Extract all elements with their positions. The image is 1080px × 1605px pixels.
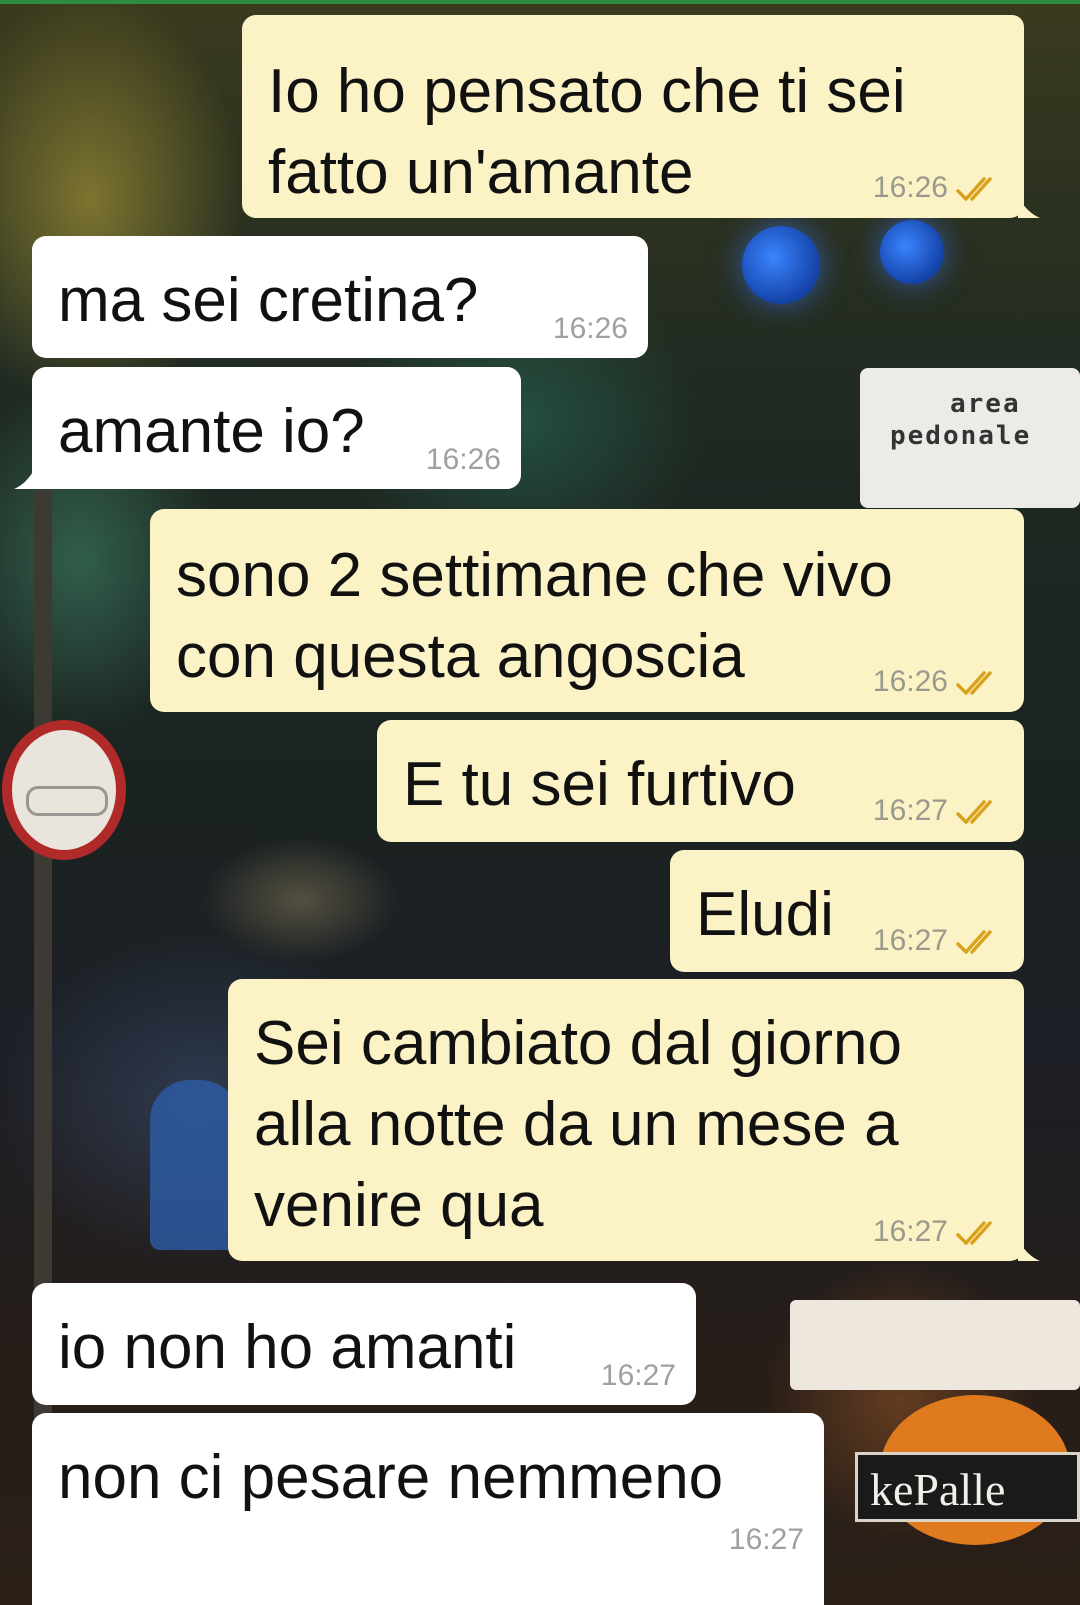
- pedestrian-area-sign: area pedonale: [860, 368, 1080, 508]
- message-meta: 16:26: [873, 171, 1002, 205]
- sign-line: pedonale: [890, 421, 1032, 451]
- message-time: 16:26: [552, 312, 628, 345]
- message-text: Io ho pensato che ti sei fatto un'amante: [268, 57, 906, 207]
- outgoing-message[interactable]: sono 2 settimane che vivo con questa ang…: [150, 509, 1024, 712]
- message-time: 16:27: [600, 1359, 676, 1392]
- message-text: non ci pesare nemmeno: [58, 1443, 724, 1512]
- shop-brand-sign: kePalle: [855, 1452, 1080, 1522]
- message-text: ma sei cretina?: [58, 266, 479, 335]
- incoming-message[interactable]: non ci pesare nemmeno 16:27: [32, 1413, 824, 1605]
- outgoing-message[interactable]: E tu sei furtivo 16:27: [377, 720, 1024, 842]
- message-text: Sei cambiato dal giorno alla notte da un…: [254, 1009, 902, 1240]
- message-time: 16:27: [872, 794, 948, 827]
- message-text: E tu sei furtivo: [403, 750, 796, 819]
- message-meta: 16:27: [873, 794, 1002, 828]
- message-time: 16:26: [872, 665, 948, 698]
- outgoing-message[interactable]: Eludi 16:27: [670, 850, 1024, 972]
- message-text: amante io?: [58, 397, 365, 466]
- message-meta: 16:27: [873, 1215, 1002, 1249]
- top-accent-line: [0, 0, 1080, 4]
- no-bicycle-sign-icon: [2, 720, 126, 860]
- message-time: 16:26: [872, 171, 948, 204]
- bubble-tail: [1018, 1239, 1040, 1261]
- message-meta: 16:26: [873, 665, 1002, 699]
- double-check-icon: [956, 177, 992, 201]
- message-text: Eludi: [696, 880, 834, 949]
- blue-light: [742, 226, 820, 304]
- message-time: 16:27: [872, 924, 948, 957]
- message-time: 16:26: [425, 443, 501, 476]
- incoming-message[interactable]: ma sei cretina? 16:26: [32, 236, 648, 358]
- double-check-icon: [956, 1221, 992, 1245]
- message-time: 16:27: [872, 1215, 948, 1248]
- message-text: io non ho amanti: [58, 1313, 517, 1382]
- double-check-icon: [956, 930, 992, 954]
- incoming-message[interactable]: amante io? 16:26: [32, 367, 521, 489]
- double-check-icon: [956, 671, 992, 695]
- shop-sign: [790, 1300, 1080, 1390]
- background-person: [150, 1080, 240, 1250]
- bubble-tail: [14, 466, 36, 489]
- message-meta: 16:27: [873, 924, 1002, 958]
- message-time: 16:27: [728, 1523, 804, 1556]
- bubble-tail: [1018, 196, 1040, 218]
- sign-line: area: [950, 389, 1021, 419]
- message-text: sono 2 settimane che vivo con questa ang…: [176, 541, 893, 691]
- outgoing-message[interactable]: Sei cambiato dal giorno alla notte da un…: [228, 979, 1024, 1261]
- blue-light: [880, 220, 944, 284]
- outgoing-message[interactable]: Io ho pensato che ti sei fatto un'amante…: [242, 15, 1024, 218]
- incoming-message[interactable]: io non ho amanti 16:27: [32, 1283, 696, 1405]
- double-check-icon: [956, 800, 992, 824]
